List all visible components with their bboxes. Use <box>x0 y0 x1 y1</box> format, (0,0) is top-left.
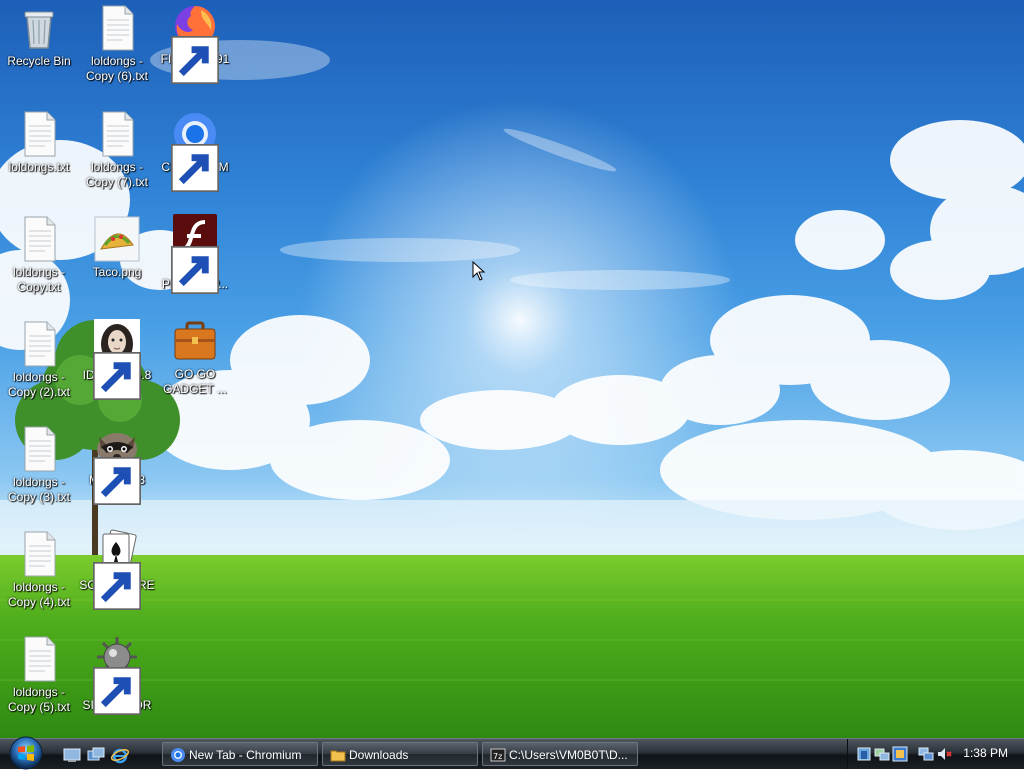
desktop-icon-loldongs-copy-5-txt[interactable]: loldongs - Copy (5).txt <box>0 635 78 715</box>
desktop-icon-loldongs-txt[interactable]: loldongs.txt <box>0 110 78 175</box>
taskbar-button-downloads[interactable]: Downloads <box>322 742 478 766</box>
desktop-icon-ida-pro[interactable]: IDA PRO 6.8 <box>78 318 156 400</box>
desktop-icon-chromium[interactable]: CHROMIUM 101 <box>156 110 234 192</box>
desktop-icon-label: loldongs - Copy (2).txt <box>7 370 70 399</box>
desktop[interactable]: Recycle Bin loldongs.txt loldongs - Copy… <box>0 0 1024 738</box>
windows-start-orb-icon <box>9 736 43 770</box>
desktop-icon-go-go-gadget[interactable]: GO GO GADGET ... <box>156 317 234 397</box>
desktop-icon-loldongs-copy-txt[interactable]: loldongs - Copy.txt <box>0 215 78 295</box>
text-file-icon <box>15 635 63 683</box>
desktop-icon-label: Recycle Bin <box>7 54 71 68</box>
mypal-raccoon-icon <box>93 423 141 505</box>
tray-app-icon[interactable] <box>856 746 872 762</box>
desktop-icon-label: loldongs - Copy (7).txt <box>85 160 148 189</box>
firefox-icon <box>171 2 219 84</box>
taskbar-button-label: C:\Users\VM0B0T\D... <box>509 748 628 762</box>
briefcase-icon <box>171 317 219 365</box>
tray-update-icon[interactable] <box>892 746 908 762</box>
text-file-icon <box>15 215 63 263</box>
text-file-icon <box>93 4 141 52</box>
ida-pro-icon <box>93 318 141 400</box>
mouse-cursor-icon <box>472 261 486 281</box>
desktop-icon-loldongs-copy-4-txt[interactable]: loldongs - Copy (4).txt <box>0 530 78 610</box>
desktop-icon-label: loldongs - Copy.txt <box>12 265 66 294</box>
taskbar-button-chromium[interactable]: New Tab - Chromium <box>162 742 318 766</box>
desktop-icon-loldongs-copy-3-txt[interactable]: loldongs - Copy (3).txt <box>0 425 78 505</box>
desktop-icon-label: loldongs - Copy (6).txt <box>85 54 148 83</box>
switch-windows-icon[interactable] <box>86 745 106 765</box>
internet-explorer-icon[interactable] <box>110 745 130 765</box>
shortcut-arrow-icon <box>93 352 141 400</box>
shortcut-arrow-icon <box>171 246 219 294</box>
text-file-icon <box>15 110 63 158</box>
desktop-icon-loldongs-copy-7-txt[interactable]: loldongs - Copy (7).txt <box>78 110 156 190</box>
desktop-icon-label: loldongs - Copy (5).txt <box>7 685 70 714</box>
desktop-icon-label: GO GO GADGET ... <box>163 367 227 396</box>
chromium-icon <box>171 110 219 192</box>
shortcut-arrow-icon <box>171 36 219 84</box>
tray-network-share-icon[interactable] <box>874 746 890 762</box>
volume-muted-icon[interactable] <box>936 746 952 762</box>
solitaire-cards-icon <box>93 528 141 610</box>
desktop-icon-loldongs-copy-2-txt[interactable]: loldongs - Copy (2).txt <box>0 320 78 400</box>
desktop-icon-taco-png[interactable]: Taco.png <box>78 215 156 280</box>
chromium-icon <box>171 748 185 762</box>
7zip-icon: 7z <box>490 748 506 762</box>
network-icon[interactable] <box>918 746 934 762</box>
text-file-icon <box>93 110 141 158</box>
shortcut-arrow-icon <box>171 144 219 192</box>
taskbar-button-7zip[interactable]: 7z C:\Users\VM0B0T\D... <box>482 742 638 766</box>
desktop-icon-label: loldongs - Copy (3).txt <box>7 475 70 504</box>
text-file-icon <box>15 530 63 578</box>
desktop-icon-bosnia-simulator[interactable]: BOSNIA SIMULATOR <box>78 633 156 715</box>
start-button[interactable] <box>6 735 46 771</box>
svg-text:7z: 7z <box>493 752 502 761</box>
text-file-icon <box>15 320 63 368</box>
quick-launch-bar <box>62 745 130 765</box>
flash-player-icon <box>171 212 219 294</box>
shortcut-arrow-icon <box>93 457 141 505</box>
desktop-icon-recycle-bin[interactable]: Recycle Bin <box>0 4 78 69</box>
desktop-icon-flash-player[interactable]: FLASH PLAYER P... <box>156 212 234 294</box>
clock[interactable]: 1:38 PM <box>963 746 1008 760</box>
folder-icon <box>330 750 346 762</box>
desktop-icon-loldongs-copy-6-txt[interactable]: loldongs - Copy (6).txt <box>78 4 156 84</box>
desktop-icon-mypal[interactable]: MYPAL 68 <box>78 423 156 505</box>
taco-image-icon <box>93 215 141 263</box>
mine-icon <box>93 633 141 715</box>
taskbar: New Tab - Chromium Downloads 7z C:\Users… <box>0 735 1024 771</box>
shortcut-arrow-icon <box>93 667 141 715</box>
taskbar-button-label: New Tab - Chromium <box>189 748 302 762</box>
text-file-icon <box>15 425 63 473</box>
desktop-icon-label: loldongs - Copy (4).txt <box>7 580 70 609</box>
desktop-icon-firefox[interactable]: FIREFOX 91 <box>156 2 234 84</box>
shortcut-arrow-icon <box>93 562 141 610</box>
desktop-icon-label: Taco.png <box>92 265 142 279</box>
desktop-icon-solitaire[interactable]: SO LIT!! AIRE <box>78 528 156 610</box>
recycle-bin-icon <box>15 4 63 52</box>
taskbar-button-label: Downloads <box>349 748 409 762</box>
desktop-icon-label: loldongs.txt <box>8 160 70 174</box>
system-tray: 1:38 PM <box>847 739 1024 769</box>
show-desktop-icon[interactable] <box>62 745 82 765</box>
